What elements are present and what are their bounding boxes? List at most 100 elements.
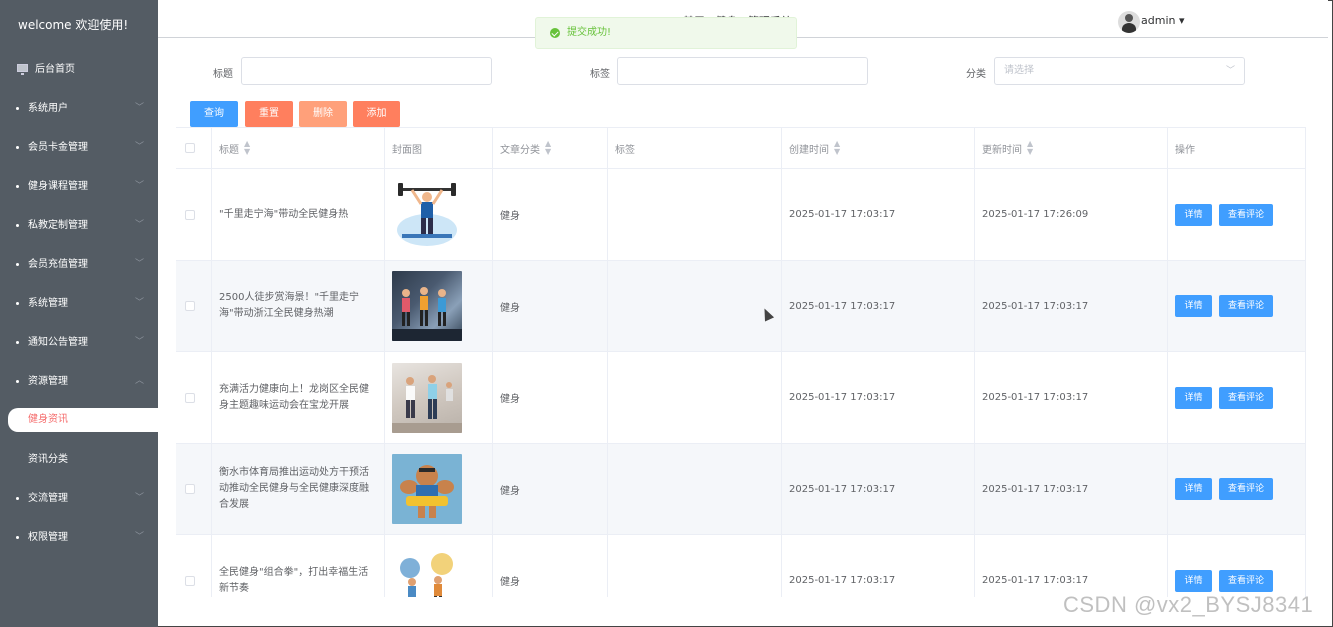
category-placeholder: 请选择 bbox=[1004, 65, 1034, 76]
view-comments-button[interactable]: 查看评论 bbox=[1219, 295, 1273, 317]
tag-cell bbox=[608, 169, 782, 260]
title-cell: 衡水市体育局推出运动处方干预活动推动全民健身与全民健康深度融合发展 bbox=[212, 444, 385, 534]
detail-button[interactable]: 详情 bbox=[1175, 569, 1212, 592]
sidebar-item-label: 交流管理 bbox=[28, 493, 68, 504]
category-cell: 健身 bbox=[493, 444, 608, 534]
sidebar-subitem-news-category[interactable]: 资讯分类 bbox=[0, 440, 158, 479]
avatar[interactable] bbox=[1118, 11, 1140, 33]
reset-button[interactable]: 重置 bbox=[245, 101, 293, 127]
sidebar-item-system-users[interactable]: 系统用户 ﹀ bbox=[0, 89, 158, 128]
sidebar-item-courses[interactable]: 健身课程管理 ﹀ bbox=[0, 167, 158, 206]
sidebar-item-label: 后台首页 bbox=[35, 64, 75, 75]
bullet-icon bbox=[16, 497, 19, 500]
sidebar: welcome 欢迎使用! 后台首页 系统用户 ﹀ 会员卡金管理 ﹀ 健身课程管… bbox=[0, 0, 158, 627]
chevron-down-icon: ﹀ bbox=[134, 181, 144, 191]
created-cell: 2025-01-17 17:03:17 bbox=[782, 444, 975, 534]
header-tag: 标签 bbox=[608, 128, 782, 168]
detail-button[interactable]: 详情 bbox=[1175, 478, 1212, 500]
news-table: 标题 ▲ ▼ 封面图 文章分类 ▲ ▼ 标签 创建时间 ▲ ▼ 更新时间 ▲ ▼ 操作 "千里走… bbox=[176, 127, 1306, 597]
tag-cell bbox=[608, 535, 782, 597]
user-menu[interactable]: admin ▾ bbox=[1141, 14, 1185, 27]
sort-icon: ▲ ▼ bbox=[1027, 139, 1034, 156]
header-actions: 操作 bbox=[1168, 128, 1306, 168]
select-all-checkbox[interactable] bbox=[185, 143, 195, 153]
query-button[interactable]: 查询 bbox=[190, 101, 238, 127]
chevron-down-icon: ﹀ bbox=[134, 493, 144, 503]
tag-cell bbox=[608, 261, 782, 351]
delete-button[interactable]: 删除 bbox=[299, 101, 347, 127]
sidebar-item-private-coach[interactable]: 私教定制管理 ﹀ bbox=[0, 206, 158, 245]
row-title: 全民健身"组合拳"，打出幸福生活新节奏 bbox=[219, 566, 369, 594]
view-comments-button[interactable]: 查看评论 bbox=[1219, 478, 1273, 500]
title-cell: "千里走宁海"带动全民健身热 bbox=[212, 169, 385, 260]
view-comments-button[interactable]: 查看评论 bbox=[1219, 569, 1273, 592]
sidebar-item-home[interactable]: 后台首页 bbox=[0, 50, 158, 89]
row-title: 衡水市体育局推出运动处方干预活动推动全民健身与全民健康深度融合发展 bbox=[219, 467, 369, 510]
header-category[interactable]: 文章分类 ▲ ▼ bbox=[493, 128, 608, 168]
header-label: 更新时间 bbox=[982, 144, 1022, 156]
updated-cell: 2025-01-17 17:03:17 bbox=[975, 261, 1168, 351]
weightlifter-image bbox=[392, 179, 462, 250]
sidebar-item-communication[interactable]: 交流管理 ﹀ bbox=[0, 479, 158, 518]
sports-illustration-image bbox=[392, 545, 462, 597]
header-label: 文章分类 bbox=[500, 144, 540, 156]
sort-icon: ▲ ▼ bbox=[834, 139, 841, 156]
welcome-text: welcome 欢迎使用! bbox=[18, 18, 129, 32]
view-comments-button[interactable]: 查看评论 bbox=[1219, 203, 1273, 226]
detail-button[interactable]: 详情 bbox=[1175, 386, 1212, 409]
updated-cell: 2025-01-17 17:03:17 bbox=[975, 444, 1168, 534]
bullet-icon bbox=[16, 380, 19, 383]
sidebar-item-label: 权限管理 bbox=[28, 532, 68, 543]
detail-button[interactable]: 详情 bbox=[1175, 295, 1212, 317]
sidebar-item-member-card[interactable]: 会员卡金管理 ﹀ bbox=[0, 128, 158, 167]
sidebar-item-label: 系统用户 bbox=[28, 103, 68, 114]
created-cell: 2025-01-17 17:03:17 bbox=[782, 535, 975, 597]
sidebar-item-label: 资源管理 bbox=[28, 376, 68, 387]
sidebar-subitem-fitness-news[interactable]: 健身资讯 bbox=[8, 408, 158, 432]
detail-button[interactable]: 详情 bbox=[1175, 203, 1212, 226]
bullet-icon bbox=[16, 263, 19, 266]
header-title[interactable]: 标题 ▲ ▼ bbox=[212, 128, 385, 168]
title-cell: 2500人徒步赏海景！"千里走宁海"带动浙江全民健身热潮 bbox=[212, 261, 385, 351]
sidebar-item-label: 私教定制管理 bbox=[28, 220, 88, 231]
chevron-down-icon: ﹀ bbox=[134, 298, 144, 308]
title-search-input[interactable] bbox=[241, 57, 492, 85]
actions-cell: 详情 查看评论 bbox=[1168, 444, 1306, 534]
updated-cell: 2025-01-17 17:03:17 bbox=[975, 352, 1168, 443]
sidebar-item-label: 会员充值管理 bbox=[28, 259, 88, 270]
category-select[interactable]: 请选择 ﹀ bbox=[994, 57, 1245, 85]
add-button[interactable]: 添加 bbox=[353, 101, 400, 127]
tag-search-input[interactable] bbox=[617, 57, 868, 85]
chevron-down-icon: ﹀ bbox=[134, 220, 144, 230]
row-checkbox[interactable] bbox=[185, 301, 195, 311]
table-header-row: 标题 ▲ ▼ 封面图 文章分类 ▲ ▼ 标签 创建时间 ▲ ▼ 更新时间 ▲ ▼ 操作 bbox=[176, 128, 1306, 169]
row-checkbox[interactable] bbox=[185, 575, 195, 586]
view-comments-button[interactable]: 查看评论 bbox=[1219, 386, 1273, 409]
bullet-icon bbox=[16, 302, 19, 305]
chevron-down-icon: ﹀ bbox=[134, 142, 144, 152]
header-created[interactable]: 创建时间 ▲ ▼ bbox=[782, 128, 975, 168]
actions-cell: 详情 查看评论 bbox=[1168, 535, 1306, 597]
row-title: 充满活力健康向上！龙岗区全民健身主题趣味运动会在宝龙开展 bbox=[219, 383, 369, 411]
bullet-icon bbox=[16, 536, 19, 539]
sidebar-item-system-manage[interactable]: 系统管理 ﹀ bbox=[0, 284, 158, 323]
username: admin bbox=[1141, 14, 1176, 27]
row-title: 2500人徒步赏海景！"千里走宁海"带动浙江全民健身热潮 bbox=[219, 292, 360, 319]
watermark: CSDN @vx2_BYSJ8341 bbox=[1063, 592, 1314, 617]
created-cell: 2025-01-17 17:03:17 bbox=[782, 169, 975, 260]
row-checkbox-cell bbox=[176, 261, 212, 351]
bullet-icon bbox=[16, 146, 19, 149]
sidebar-item-recharge[interactable]: 会员充值管理 ﹀ bbox=[0, 245, 158, 284]
bullet-icon bbox=[16, 224, 19, 227]
sidebar-item-permissions[interactable]: 权限管理 ﹀ bbox=[0, 518, 158, 557]
chevron-down-icon: ﹀ bbox=[134, 259, 144, 269]
sidebar-item-notice[interactable]: 通知公告管理 ﹀ bbox=[0, 323, 158, 362]
header-label: 创建时间 bbox=[789, 144, 829, 156]
sidebar-item-resources[interactable]: 资源管理 ︿ bbox=[0, 362, 158, 401]
cover-cell bbox=[385, 261, 493, 351]
row-checkbox[interactable] bbox=[185, 392, 195, 403]
cover-cell bbox=[385, 352, 493, 443]
row-checkbox[interactable] bbox=[185, 209, 195, 220]
header-updated[interactable]: 更新时间 ▲ ▼ bbox=[975, 128, 1168, 168]
row-checkbox[interactable] bbox=[185, 484, 195, 494]
